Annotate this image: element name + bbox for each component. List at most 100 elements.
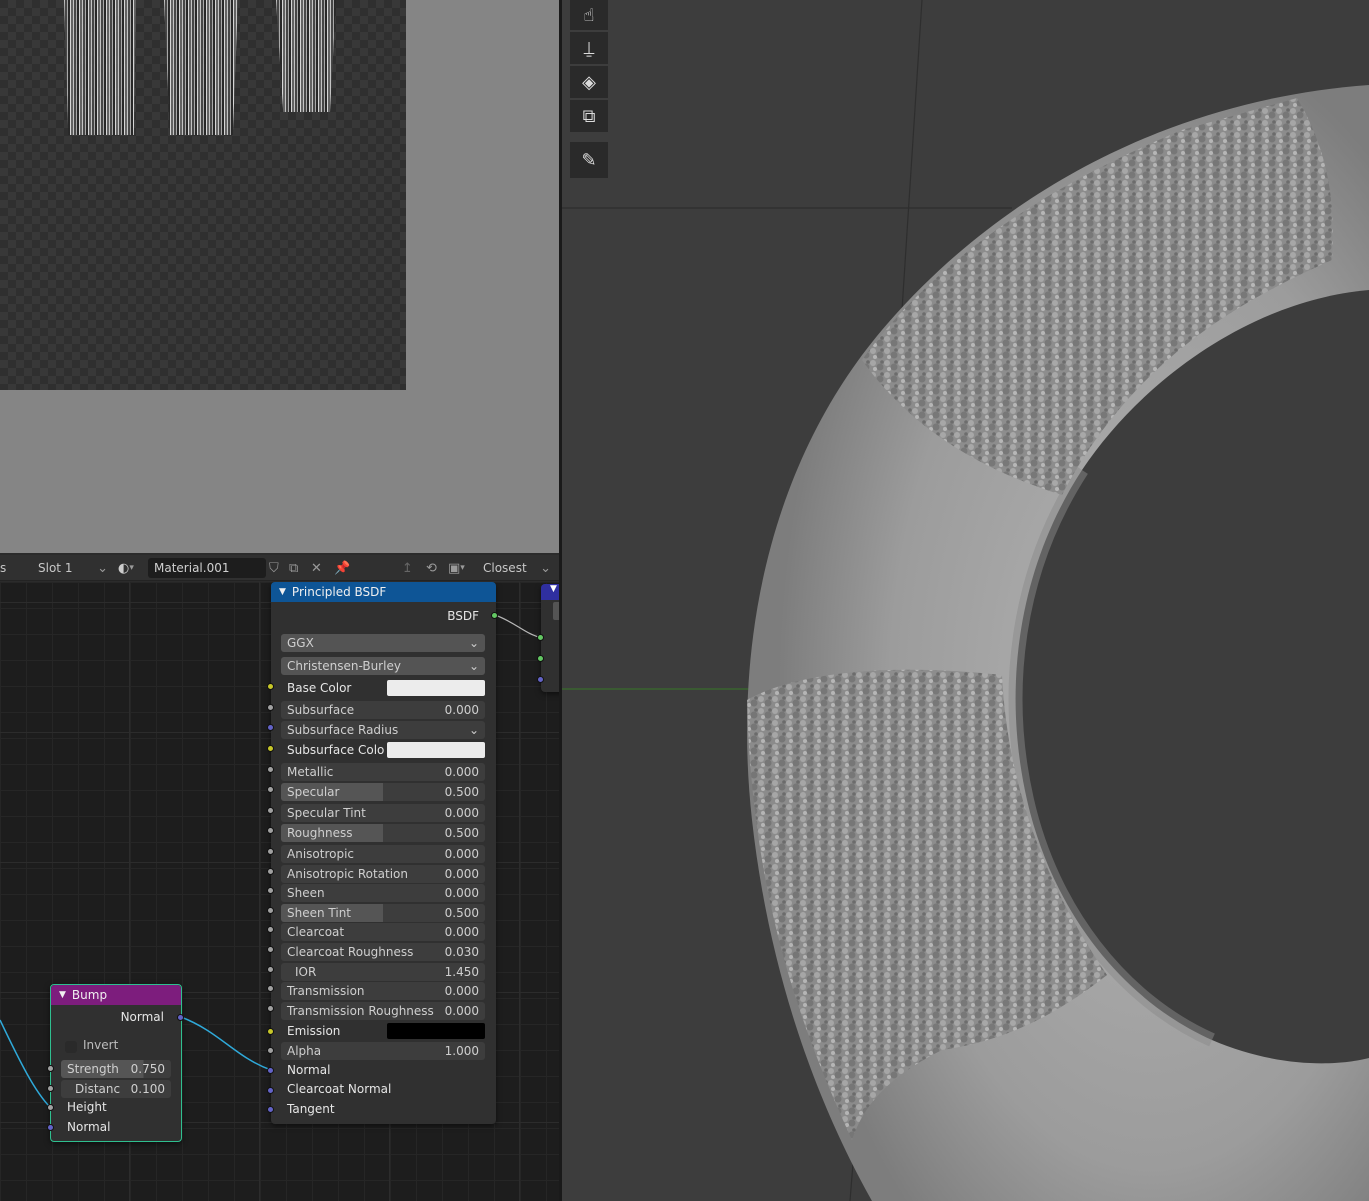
subsurface-radius-dropdown[interactable]: Subsurface Radius ⌄ [281,721,485,739]
roughness-socket[interactable] [267,827,274,834]
distribution-dropdown[interactable]: GGX ⌄ [281,634,485,652]
specular-tint-field[interactable]: Specular Tint 0.000 [281,804,485,822]
metallic-field[interactable]: Metallic 0.000 [281,763,485,781]
target-dropdown[interactable] [553,602,559,620]
surface-socket[interactable] [537,634,544,641]
transmission-field[interactable]: Transmission 0.000 [281,982,485,1000]
mask-icon[interactable]: ⧉ [570,100,608,132]
anisotropic-socket[interactable] [267,848,274,855]
clearcoat-socket[interactable] [267,926,274,933]
anisotropic-field[interactable]: Anisotropic 0.000 [281,845,485,863]
ior-socket[interactable] [267,966,274,973]
distribution-value: GGX [287,636,314,650]
collapse-triangle-icon[interactable]: ▼ [59,990,66,1000]
snap-target-dropdown[interactable]: Closest ⌄ [483,555,551,581]
strength-field[interactable]: Strength 0.750 [61,1060,171,1078]
link-bump-to-normal [180,1016,272,1071]
annotate-icon[interactable]: ✎ [570,142,608,178]
bsdf-output-label: BSDF [447,609,479,623]
fill-bucket-icon[interactable]: ◈ [570,66,608,98]
sheen-socket[interactable] [267,887,274,894]
clearcoat-normal-socket[interactable] [267,1087,274,1094]
sheen-tint-field[interactable]: Sheen Tint 0.500 [281,904,485,922]
strength-socket[interactable] [47,1065,54,1072]
chevron-down-icon: ▾ [460,563,465,573]
sheen-field[interactable]: Sheen 0.000 [281,884,485,902]
transmission-socket[interactable] [267,985,274,992]
pin-icon[interactable]: 📌 [334,555,350,581]
node-header[interactable]: ▼ Bump [51,985,181,1005]
specular-field[interactable]: Specular 0.500 [281,783,485,801]
distance-socket[interactable] [47,1085,54,1092]
slot-dropdown[interactable]: Slot 1 ⌄ [38,555,108,581]
snap-element-dropdown[interactable]: ▣ ▾ [448,555,465,581]
emission-socket[interactable] [267,1028,274,1035]
alpha-socket[interactable] [267,1047,274,1054]
distance-field[interactable]: Distanc 0.100 [61,1080,171,1098]
field-label: Specular Tint [287,806,366,820]
alpha-field[interactable]: Alpha 1.000 [281,1042,485,1060]
normal-input-socket[interactable] [47,1124,54,1131]
specular-tint-socket[interactable] [267,807,274,814]
field-label: Anisotropic Rotation [287,867,409,881]
bsdf-output-socket[interactable] [491,612,498,619]
smear-brush-icon[interactable]: ☝ [570,0,608,30]
snap-target-label: Closest [483,561,527,575]
anisotropic-rotation-socket[interactable] [267,868,274,875]
subsurface-color-socket[interactable] [267,745,274,752]
bump-node[interactable]: ▼ Bump Normal Invert Strength 0.750 Dista… [47,984,184,1142]
sheen-tint-socket[interactable] [267,907,274,914]
collapse-triangle-icon[interactable]: ▼ [279,587,286,597]
material-browse-button[interactable]: ◐ ▾ [118,555,134,581]
material-name-field[interactable]: Material.001 [148,558,266,578]
clearcoat-roughness-socket[interactable] [267,946,274,953]
ior-field[interactable]: IOR 1.450 [281,963,485,981]
viewport-scene [562,0,1369,1201]
node-header[interactable]: ▼ Principled BSDF [271,582,496,602]
principled-bsdf-node[interactable]: ▼ Principled BSDF BSDF GGX ⌄ Christensen-… [267,582,498,1124]
volume-socket[interactable] [537,655,544,662]
node-editor-header: s Slot 1 ⌄ ◐ ▾ Material.001 ⛉ ⧉ ✕ 📌 ↥ ⟲ ▣… [0,555,559,581]
clearcoat-field[interactable]: Clearcoat 0.000 [281,923,485,941]
base-color-swatch[interactable] [387,680,485,696]
base-color-socket[interactable] [267,683,274,690]
invert-checkbox[interactable] [65,1041,77,1053]
node-editor-canvas[interactable]: ▼ Principled BSDF BSDF GGX ⌄ Christensen-… [0,582,559,1201]
subsurface-color-swatch[interactable] [387,742,485,758]
transmission-roughness-field[interactable]: Transmission Roughness 0.000 [281,1002,485,1020]
subsurface-field[interactable]: Subsurface 0.000 [281,701,485,719]
roughness-field[interactable]: Roughness 0.500 [281,824,485,842]
chevron-down-icon: ⌄ [97,560,108,576]
material-output-node[interactable]: ▼ [537,584,559,692]
specular-socket[interactable] [267,786,274,793]
height-socket[interactable] [47,1104,54,1111]
material-output-header[interactable]: ▼ [541,584,559,600]
fake-user-shield-icon[interactable]: ⛉ [269,555,279,581]
subsurface-socket[interactable] [267,704,274,711]
displacement-socket[interactable] [537,676,544,683]
snap-icon[interactable]: ⟲ [426,555,437,581]
duplicate-icon[interactable]: ⧉ [289,555,298,581]
anisotropic-rotation-field[interactable]: Anisotropic Rotation 0.000 [281,865,485,883]
parent-node-tree-icon[interactable]: ↥ [402,555,413,581]
metallic-socket[interactable] [267,766,274,773]
field-value: 0.500 [444,826,479,840]
3d-viewport[interactable]: ☝ ⍊ ◈ ⧉ ✎ [562,0,1369,1201]
slot-label: Slot 1 [38,561,73,575]
normal-output-socket[interactable] [177,1014,184,1021]
field-label: Strength [67,1062,119,1076]
header-left-label: s [0,561,7,575]
subsurface-method-dropdown[interactable]: Christensen-Burley ⌄ [281,657,485,675]
node-title: Principled BSDF [291,585,387,599]
transmission-roughness-socket[interactable] [267,1005,274,1012]
normal-socket[interactable] [267,1067,274,1074]
emission-color-swatch[interactable] [387,1023,485,1039]
tangent-socket[interactable] [267,1106,274,1113]
clone-stamp-icon[interactable]: ⍊ [570,32,608,64]
image-editor[interactable] [0,0,559,553]
subsurface-radius-socket[interactable] [267,724,274,731]
collapse-triangle-icon[interactable]: ▼ [550,584,557,594]
close-icon[interactable]: ✕ [311,555,322,581]
clearcoat-roughness-field[interactable]: Clearcoat Roughness 0.030 [281,943,485,961]
field-value: 0.000 [444,886,479,900]
